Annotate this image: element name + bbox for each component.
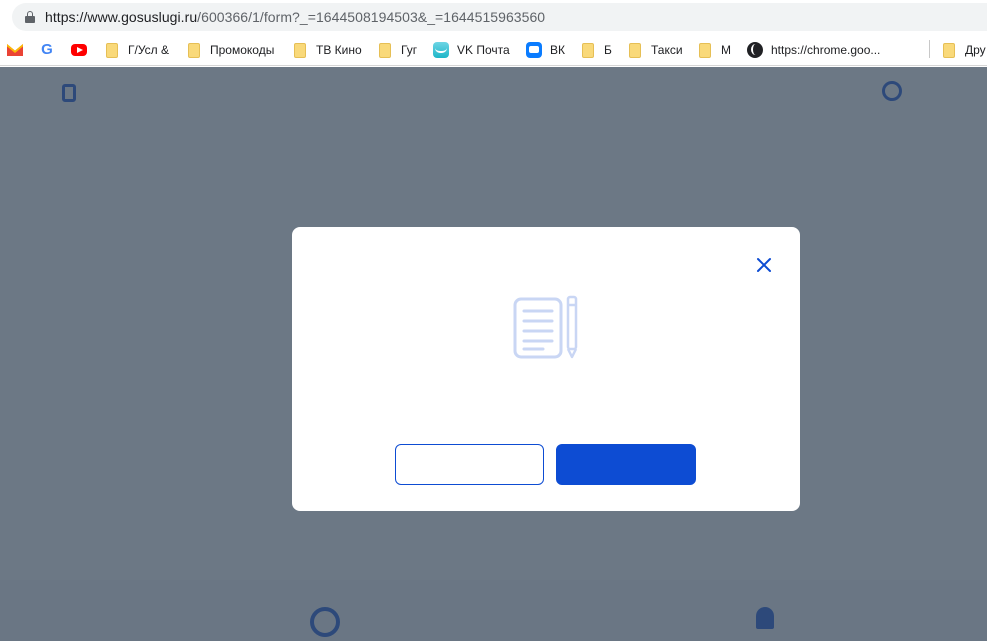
bookmark-gmail[interactable]: [7, 41, 31, 59]
url-host: https://www.gosuslugi.ru: [45, 9, 198, 25]
folder-icon: [106, 42, 118, 58]
bookmark-folder-m[interactable]: М: [697, 41, 731, 59]
bookmark-vk-mail[interactable]: VK Почта: [433, 41, 510, 59]
bookmark-label: Промокоды: [210, 43, 275, 57]
primary-button[interactable]: [556, 444, 696, 485]
bookmark-folder-b[interactable]: Б: [580, 41, 612, 59]
folder-icon: [188, 42, 200, 58]
bookmark-folder-taxi[interactable]: Такси: [627, 41, 683, 59]
bookmark-chrome[interactable]: https://chrome.goo...: [747, 41, 880, 59]
bookmarks-bar: G Г/Усл & Промокоды ТВ Кино Гуг VK Почта…: [0, 34, 987, 66]
close-icon[interactable]: [755, 256, 773, 274]
bookmark-label: Дру: [965, 43, 986, 57]
google-icon: G: [41, 41, 53, 58]
folder-icon: [943, 42, 955, 58]
page-content: [0, 67, 987, 641]
bookmark-folder-promokody[interactable]: Промокоды: [186, 41, 274, 59]
globe-icon: [747, 42, 763, 58]
bookmark-label: Гуг: [401, 43, 418, 57]
url-text[interactable]: https://www.gosuslugi.ru/600366/1/form?_…: [45, 9, 545, 25]
folder-icon: [379, 42, 391, 58]
bookmark-folder-gug[interactable]: Гуг: [377, 41, 417, 59]
bookmark-folder-other[interactable]: Дру: [941, 41, 986, 59]
document-pencil-icon: [513, 295, 579, 361]
vk-icon: [526, 42, 542, 58]
lock-icon[interactable]: [25, 11, 35, 23]
address-bar: https://www.gosuslugi.ru/600366/1/form?_…: [0, 0, 987, 34]
url-path: /600366/1/form?_=1644508194503&_=1644515…: [197, 9, 546, 25]
folder-icon: [582, 42, 594, 58]
bookmark-vk[interactable]: ВК: [526, 41, 565, 59]
bookmarks-separator: [929, 40, 930, 58]
folder-icon: [699, 42, 711, 58]
folder-icon: [629, 42, 641, 58]
bookmark-label: VK Почта: [457, 43, 510, 57]
omnibox[interactable]: https://www.gosuslugi.ru/600366/1/form?_…: [12, 3, 987, 31]
bookmark-folder-gusl[interactable]: Г/Усл &: [104, 41, 169, 59]
modal-dialog: [292, 227, 800, 511]
bookmark-label: ВК: [550, 43, 565, 57]
bookmark-folder-tv-kino[interactable]: ТВ Кино: [292, 41, 362, 59]
youtube-icon: [71, 44, 87, 56]
bookmark-label: Г/Усл &: [128, 43, 169, 57]
folder-icon: [294, 42, 306, 58]
bookmark-label: Б: [604, 43, 612, 57]
gmail-icon: [7, 42, 23, 58]
bookmark-label: Такси: [651, 43, 683, 57]
bookmark-label: ТВ Кино: [316, 43, 362, 57]
bookmark-label: https://chrome.goo...: [771, 43, 881, 57]
bookmark-youtube[interactable]: [71, 41, 95, 59]
bookmark-google[interactable]: G: [39, 41, 63, 59]
vk-mail-icon: [433, 42, 449, 58]
bookmark-label: М: [721, 43, 731, 57]
secondary-button[interactable]: [395, 444, 544, 485]
